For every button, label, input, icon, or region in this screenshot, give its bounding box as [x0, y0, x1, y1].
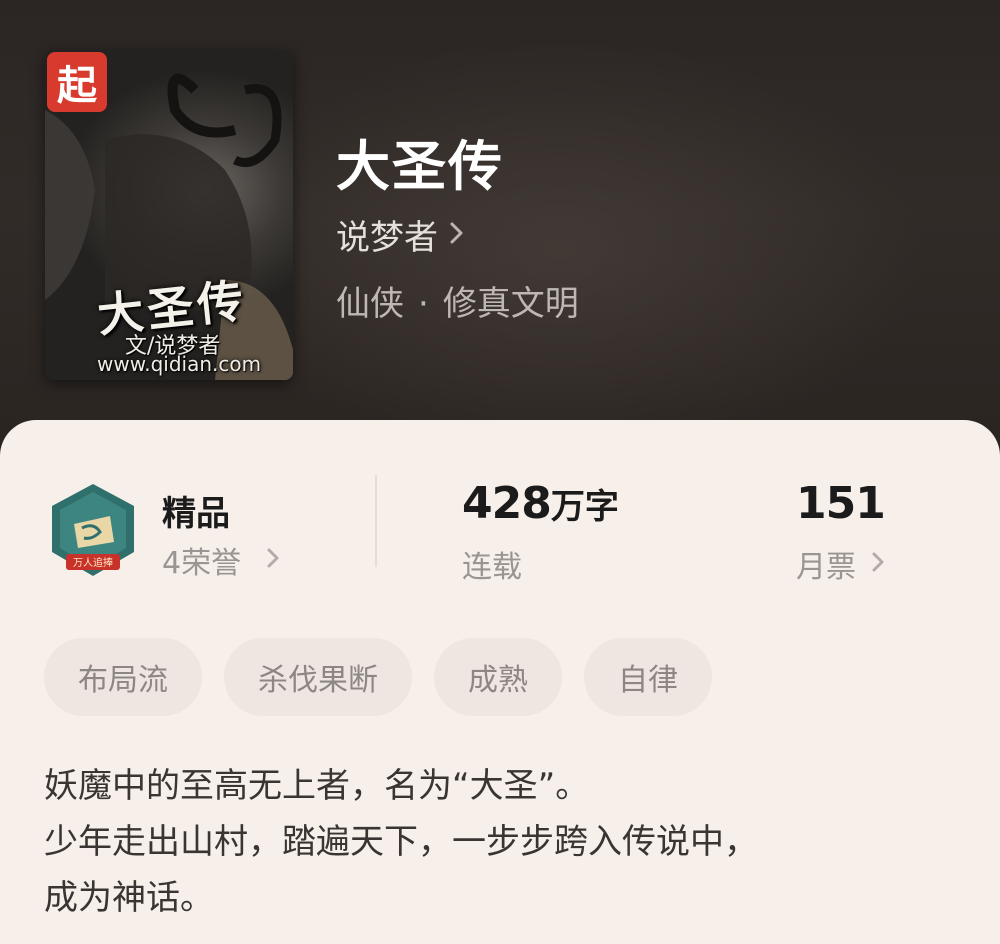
book-title: 大圣传 [336, 134, 504, 198]
tag-chip[interactable]: 杀伐果断 [224, 638, 412, 716]
medal-text: 万人追捧 [73, 556, 113, 569]
monthly-votes-link[interactable]: 月票 [796, 542, 886, 586]
serial-status: 连载 [462, 550, 522, 585]
stat-divider [375, 475, 377, 567]
genre-label[interactable]: 仙侠 [336, 284, 404, 324]
honor-count: 4荣誉 [162, 546, 242, 581]
word-count-number: 428 [462, 478, 552, 529]
tag-chip[interactable]: 成熟 [434, 638, 562, 716]
description-line: 少年走出山村，踏遍天下，一步步跨入传说中， [44, 822, 758, 862]
chevron-right-icon [448, 215, 466, 255]
word-count-stat: 428万字 连载 [462, 478, 619, 585]
honor-label: 精品 [162, 494, 230, 534]
chevron-right-icon [265, 543, 281, 578]
honor-count-link[interactable]: 4荣誉 [162, 538, 281, 582]
tag-chip[interactable]: 自律 [584, 638, 712, 716]
description-line: 妖魔中的至高无上者，名为“大圣”。 [44, 766, 590, 806]
honor-stat[interactable]: 万人追捧 精品 4荣誉 [48, 482, 368, 582]
tag-chip[interactable]: 布局流 [44, 638, 202, 716]
genre-line: 仙侠 · 修真文明 [336, 276, 579, 325]
chevron-right-icon [870, 547, 886, 582]
monthly-votes-stat[interactable]: 151 月票 [796, 478, 886, 585]
author-link[interactable]: 说梦者 [336, 210, 466, 259]
qidian-badge: 起 [47, 52, 107, 112]
monthly-votes-number: 151 [796, 478, 886, 529]
monthly-votes-label: 月票 [796, 550, 856, 585]
book-header: 起 大圣传 文/说梦者 www.qidian.com 大圣传 说梦者 仙侠 · 修真… [0, 0, 1000, 470]
genre-separator: · [418, 284, 429, 324]
author-name: 说梦者 [336, 218, 438, 258]
book-description[interactable]: 妖魔中的至高无上者，名为“大圣”。 少年走出山村，踏遍天下，一步步跨入传说中， … [44, 758, 964, 926]
medal-icon: 万人追捧 [52, 484, 134, 576]
cover-url-text: www.qidian.com [97, 352, 262, 376]
subgenre-label[interactable]: 修真文明 [443, 284, 579, 324]
description-line: 成为神话。 [44, 878, 214, 918]
word-count-unit: 万字 [550, 487, 619, 527]
book-cover[interactable]: 起 大圣传 文/说梦者 www.qidian.com [45, 50, 293, 380]
tag-list: 布局流 杀伐果断 成熟 自律 [44, 638, 712, 716]
